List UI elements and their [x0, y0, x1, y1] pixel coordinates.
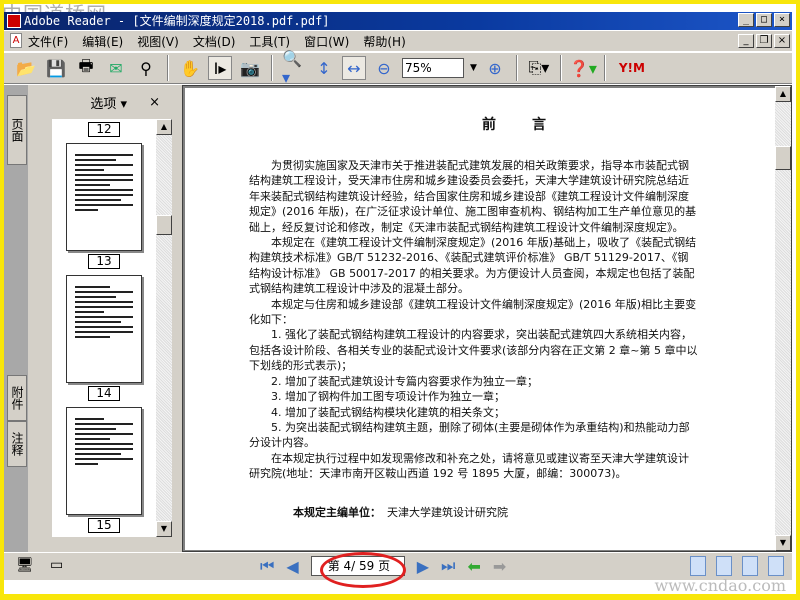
separator: [603, 55, 606, 81]
document-icon[interactable]: A: [10, 33, 22, 48]
paragraph: 为贯彻实施国家及天津市关于推进装配式建筑发展的相关政策要求，指导本市装配式钢结构…: [249, 159, 697, 234]
thumbnail-scrollbar[interactable]: ▲ ▼: [156, 119, 172, 537]
separator: [559, 55, 562, 81]
menu-file[interactable]: 文件(F): [28, 33, 68, 50]
close-panel-icon[interactable]: ×: [149, 95, 160, 110]
maximize-button[interactable]: □: [756, 13, 772, 27]
rotate-pages-icon[interactable]: ⎘▾: [527, 56, 551, 80]
editor-line: 本规定主编单位： 天津大学建筑设计研究院: [293, 504, 775, 520]
open-icon[interactable]: 📂: [14, 56, 38, 80]
paragraph: 4. 增加了装配式钢结构模块化建筑的相关条文；: [271, 405, 505, 419]
zoom-in-icon[interactable]: ⊕: [483, 56, 507, 80]
tab-attachments[interactable]: 附件: [7, 375, 27, 421]
pages-panel: 选项 ▾ × 12 13 14 15 ▲ ▼: [30, 85, 174, 552]
document-scrollbar[interactable]: ▲ ▼: [775, 86, 791, 551]
scroll-up-button[interactable]: ▲: [156, 119, 172, 135]
single-page-view-icon[interactable]: [690, 556, 706, 576]
yahoo-icon[interactable]: Y!M: [615, 56, 649, 80]
paragraph: 本规定在《建筑工程设计文件编制深度规定》(2016 年版)基础上，吸收了《装配式…: [249, 236, 697, 296]
scroll-down-button[interactable]: ▼: [775, 535, 791, 551]
next-page-button[interactable]: ▶: [417, 557, 429, 576]
document-view: 前言 为贯彻实施国家及天津市关于推进装配式建筑发展的相关政策要求，指导本市装配式…: [182, 85, 792, 552]
go-forward-button[interactable]: ➡: [493, 557, 506, 576]
options-menu[interactable]: 选项 ▾: [90, 93, 127, 112]
last-page-button[interactable]: ⏭: [441, 556, 455, 576]
page-number-label: 12: [88, 122, 120, 137]
doc-restore-button[interactable]: ❐: [756, 34, 772, 48]
close-button[interactable]: ×: [774, 13, 790, 27]
separator: [271, 55, 273, 81]
tab-pages[interactable]: 页面: [7, 95, 27, 165]
scroll-thumb[interactable]: [775, 146, 791, 170]
help-icon[interactable]: ❓▾: [569, 56, 597, 80]
zoom-dropdown-icon[interactable]: ▼: [470, 63, 477, 73]
menu-view[interactable]: 视图(V): [137, 33, 179, 50]
page-thumbnail[interactable]: [66, 275, 142, 383]
main-area: 页面 附件 注释 选项 ▾ × 12 13 14 15 ▲ ▼ 前言 为贯彻实施…: [4, 85, 792, 552]
paragraph: 本规定与住房和城乡建设部《建筑工程设计文件编制深度规定》(2016 年版)相比主…: [249, 297, 697, 327]
paragraph: 5. 为突出装配式钢结构建筑主题，删除了砌体(主要是砌体作为承重结构)和热能动力…: [249, 420, 690, 450]
page-thumbnail[interactable]: [66, 407, 142, 515]
editor-value: 天津大学建筑设计研究院: [387, 505, 508, 519]
fullscreen-icon[interactable]: 🖥: [16, 557, 34, 573]
adobe-reader-icon: [7, 14, 21, 28]
reading-mode-icon[interactable]: ▭: [50, 557, 63, 573]
menu-window[interactable]: 窗口(W): [304, 33, 349, 50]
paragraph: 1. 强化了装配式钢结构建筑工程设计的内容要求，突出装配式建筑四大系统相关内容，…: [249, 328, 698, 373]
paragraph: 在本规定执行过程中如发现需修改和补充之处，请将意见或建议寄至天津大学建筑设计研究…: [249, 451, 689, 481]
save-icon[interactable]: 💾: [44, 56, 68, 80]
separator: [167, 55, 169, 81]
fit-width-icon[interactable]: ↔: [342, 56, 366, 80]
menu-edit[interactable]: 编辑(E): [82, 33, 123, 50]
pdf-page: 前言 为贯彻实施国家及天津市关于推进装配式建筑发展的相关政策要求，指导本市装配式…: [185, 88, 775, 550]
search-binoculars-icon[interactable]: ⚲: [134, 56, 158, 80]
watermark-url: www.cndao.com: [654, 576, 786, 595]
separator: [515, 55, 518, 81]
email-icon[interactable]: ✉: [104, 56, 128, 80]
zoom-in-tool-icon[interactable]: 🔍▾: [282, 49, 306, 87]
fit-page-icon[interactable]: ↕: [312, 56, 336, 80]
menu-bar: A 文件(F) 编辑(E) 视图(V) 文档(D) 工具(T) 窗口(W) 帮助…: [4, 31, 792, 51]
menu-help[interactable]: 帮助(H): [363, 33, 405, 50]
scroll-up-button[interactable]: ▲: [775, 86, 791, 102]
zoom-input[interactable]: 75%: [402, 58, 464, 78]
toolbar: 📂 💾 🖶 ✉ ⚲ ✋ I▸ 📷 🔍▾ ↕ ↔ ⊖ 75% ▼ ⊕ ⎘▾ ❓▾ …: [4, 49, 792, 87]
page-number-label: 15: [88, 518, 120, 533]
print-icon[interactable]: 🖶: [74, 56, 98, 80]
previous-page-button[interactable]: ◀: [286, 557, 298, 576]
editor-label: 本规定主编单位：: [293, 505, 381, 519]
go-back-button[interactable]: ⬅: [467, 557, 480, 576]
page-number-label: 13: [88, 254, 120, 269]
paragraph: 3. 增加了钢构件加工图专项设计作为独立一章；: [271, 390, 505, 404]
zoom-out-icon[interactable]: ⊖: [372, 56, 396, 80]
menu-document[interactable]: 文档(D): [193, 33, 236, 50]
facing-view-icon[interactable]: [768, 556, 784, 576]
highlight-annotation: [320, 552, 406, 588]
page-thumbnail[interactable]: [66, 143, 142, 251]
thumbnail-list: 12 13 14 15: [52, 119, 156, 537]
minimize-button[interactable]: _: [738, 13, 754, 27]
doc-close-button[interactable]: ×: [774, 34, 790, 48]
scroll-down-button[interactable]: ▼: [156, 521, 172, 537]
select-text-icon[interactable]: I▸: [208, 56, 232, 80]
page-number-label: 14: [88, 386, 120, 401]
paragraph: 2. 增加了装配式建筑设计专篇内容要求作为独立一章；: [271, 374, 538, 388]
window-title: Adobe Reader - [文件编制深度规定2018.pdf.pdf]: [24, 14, 330, 28]
doc-minimize-button[interactable]: _: [738, 34, 754, 48]
scroll-thumb[interactable]: [156, 215, 172, 235]
tab-comments[interactable]: 注释: [7, 421, 27, 467]
page-heading: 前言: [482, 117, 582, 133]
hand-tool-icon[interactable]: ✋: [178, 56, 202, 80]
menu-tools[interactable]: 工具(T): [249, 33, 290, 50]
first-page-button[interactable]: ⏮: [260, 556, 274, 576]
title-bar: Adobe Reader - [文件编制深度规定2018.pdf.pdf] _ …: [4, 12, 792, 30]
navigation-tabs: 页面 附件 注释: [4, 85, 28, 552]
continuous-facing-view-icon[interactable]: [742, 556, 758, 576]
snapshot-icon[interactable]: 📷: [238, 56, 262, 80]
continuous-view-icon[interactable]: [716, 556, 732, 576]
